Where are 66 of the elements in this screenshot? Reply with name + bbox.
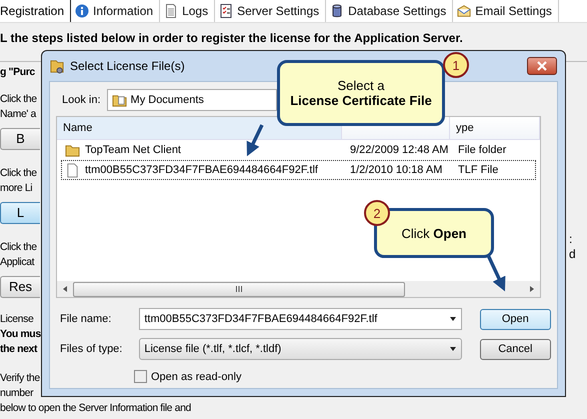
tab[interactable]: Registration [0,0,72,22]
scroll-left-icon[interactable] [61,285,69,293]
body-text: Click the [0,166,37,181]
file-name-label: File name: [59,313,112,325]
open-button[interactable]: Open [480,308,552,330]
column-header[interactable]: ype [450,117,540,139]
tab[interactable]: Email Settings [453,0,559,22]
look-in-dropdown[interactable]: My Documents [106,89,277,111]
action-button[interactable]: L [0,202,40,224]
body-text: more Li [0,181,32,196]
tab[interactable]: Server Settings [215,0,326,22]
column-header[interactable]: Name [57,117,342,139]
body-text: g "Purc [0,65,35,80]
tab[interactable]: Information [71,0,160,22]
files-of-type-label: Files of type: [59,343,124,355]
file-date: 1/2/2010 10:18 AM [349,164,444,176]
body-text: : [569,232,572,247]
body-text: the next [0,342,38,357]
envelope-icon [457,4,472,18]
dropdown-arrow-icon[interactable] [448,345,457,353]
body-text: You mus [0,327,41,342]
body-text: Click the [0,92,37,107]
action-button[interactable]: Res [0,276,40,298]
tab[interactable]: Logs [160,0,216,22]
arrow [246,124,264,156]
tab[interactable]: Database Settings [326,0,454,22]
file-row[interactable]: ttm00B55C373FD34F7FBAE694484664F92F.tlf 1/2/2010 10:18 AM TLF File [61,160,536,180]
database-icon [330,4,344,18]
folder-icon [112,92,127,108]
cancel-button[interactable]: Cancel [480,338,552,360]
callout-text: Select a License Certificate File [290,78,432,108]
file-date: 9/22/2009 12:48 AM [349,144,450,156]
look-in-label: Look in: [61,94,101,106]
document-icon [164,4,178,18]
body-text: Name' a [0,107,36,122]
file-type: File folder [457,144,508,156]
body-text: number [0,386,34,401]
folder-icon [65,142,80,158]
body-text: d [569,247,576,262]
horizontal-scrollbar[interactable] [57,281,540,297]
body-text: Applicat [0,255,34,270]
folder-icon [50,58,64,74]
body-text: Click the [0,240,37,255]
file-name: ttm00B55C373FD34F7FBAE694484664F92F.tlf [85,164,318,176]
close-button[interactable] [527,57,557,75]
scroll-right-icon[interactable] [528,285,536,293]
callout-text: Click Open [401,226,466,240]
action-button[interactable]: B [0,128,40,150]
close-icon [537,61,547,71]
body-text: Verify the [0,371,40,386]
checkbox-label: Open as read-only [151,370,242,382]
file-icon [65,162,80,178]
info-icon [75,4,90,18]
file-type-dropdown[interactable]: License file (*.tlf, *.tlcf, *.tldf) [139,338,462,360]
checklist-icon [219,4,234,18]
dropdown-arrow-icon[interactable] [448,315,457,323]
body-text: License [0,312,34,327]
file-row[interactable]: TopTeam Net Client 9/22/2009 12:48 AM File folder [61,140,536,160]
scroll-thumb[interactable] [73,282,405,296]
checkbox[interactable] [134,370,147,383]
file-name: TopTeam Net Client [85,144,181,156]
file-type: TLF File [457,164,500,176]
body-text: below to open the Server Information file and [0,401,191,416]
instruction-text: L the steps listed below in order to register the license for the Application Server. [0,30,464,47]
dialog-title: Select License File(s) [70,59,185,73]
file-name-field[interactable]: ttm00B55C373FD34F7FBAE694484664F92F.tlf [139,308,462,330]
